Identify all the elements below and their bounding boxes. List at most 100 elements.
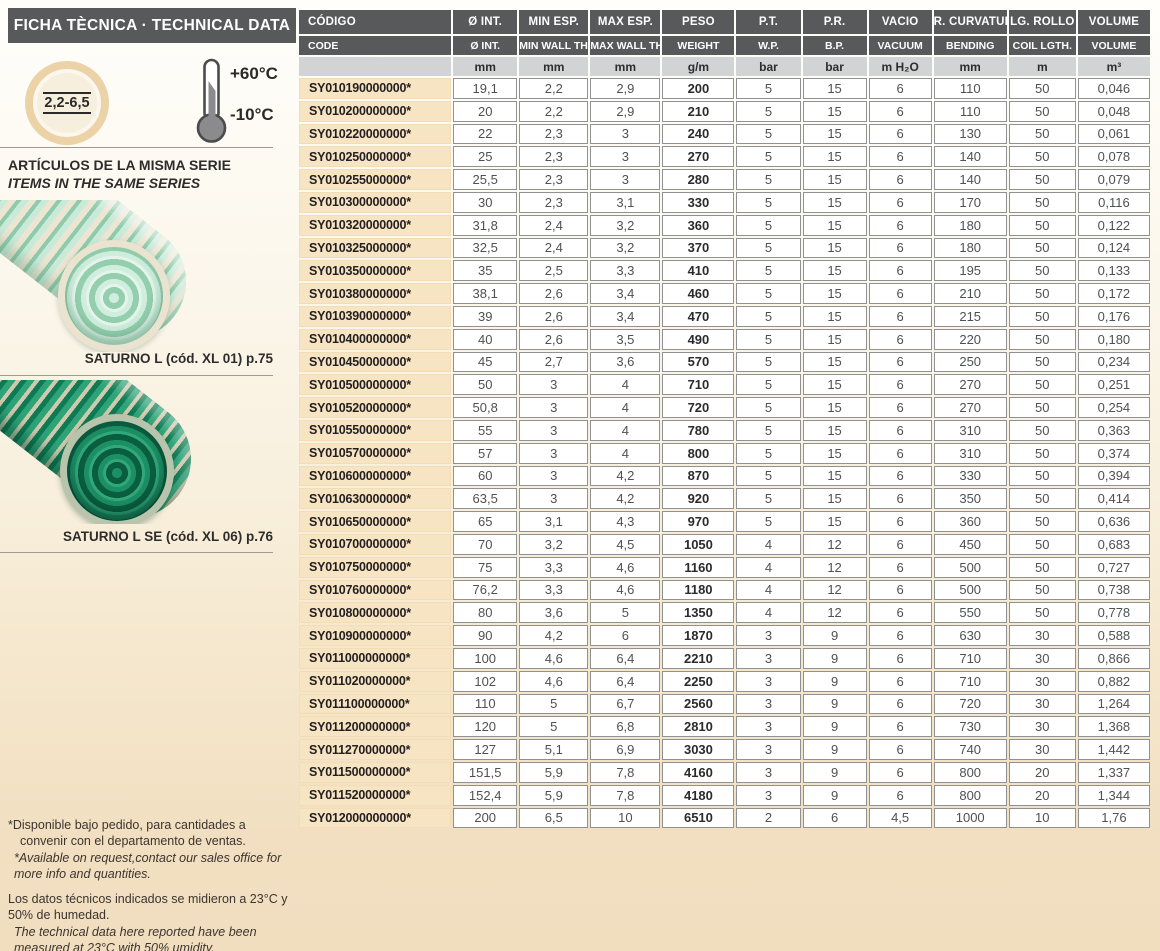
table-head: CÓDIGOØ INT.MIN ESP.MAX ESP.PESOP.T.P.R.… <box>299 10 1150 76</box>
cell-value: 4180 <box>662 785 734 806</box>
cell-value: 710 <box>934 671 1007 692</box>
cell-value: 5 <box>736 78 800 99</box>
cell-product-code: SY010500000000* <box>299 374 451 395</box>
column-header-es: VACIO <box>869 10 932 34</box>
cell-value: 3 <box>736 762 800 783</box>
column-header-en: VACUUM <box>869 36 932 55</box>
cell-product-code: SY012000000000* <box>299 808 451 829</box>
cell-value: 127 <box>453 739 517 760</box>
cell-value: 70 <box>453 534 517 555</box>
cell-value: 19,1 <box>453 78 517 99</box>
cell-value: 6 <box>869 511 932 532</box>
cell-value: 151,5 <box>453 762 517 783</box>
cell-value: 30 <box>1009 694 1076 715</box>
cell-product-code: SY010750000000* <box>299 557 451 578</box>
cell-value: 31,8 <box>453 215 517 236</box>
table-row: SY012000000000*2006,5106510264,51000101,… <box>299 808 1150 829</box>
cell-value: 50 <box>1009 101 1076 122</box>
cell-value: 3 <box>590 146 660 167</box>
cell-value: 2,3 <box>519 124 588 145</box>
cell-value: 50 <box>1009 397 1076 418</box>
cell-value: 0,061 <box>1078 124 1150 145</box>
cell-value: 6,7 <box>590 694 660 715</box>
table-row: SY010450000000*452,73,65705156250500,234 <box>299 352 1150 373</box>
cell-value: 15 <box>803 511 867 532</box>
cell-value: 5 <box>736 306 800 327</box>
cell-value: 500 <box>934 580 1007 601</box>
unit-label: bar <box>736 57 800 76</box>
cell-value: 30 <box>1009 739 1076 760</box>
column-header-es: MAX ESP. <box>590 10 660 34</box>
cell-value: 5,1 <box>519 739 588 760</box>
cell-value: 102 <box>453 671 517 692</box>
cell-value: 6 <box>869 557 932 578</box>
cell-value: 5 <box>736 192 800 213</box>
table-row: SY010520000000*50,8347205156270500,254 <box>299 397 1150 418</box>
cell-value: 360 <box>662 215 734 236</box>
cell-value: 6 <box>869 625 932 646</box>
cell-value: 6 <box>869 602 932 623</box>
table-row: SY010400000000*402,63,54905156220500,180 <box>299 329 1150 350</box>
cell-value: 0,778 <box>1078 602 1150 623</box>
cell-value: 2,4 <box>519 215 588 236</box>
cell-value: 40 <box>453 329 517 350</box>
cell-value: 3 <box>736 648 800 669</box>
cell-value: 5 <box>736 374 800 395</box>
cell-value: 870 <box>662 466 734 487</box>
cell-value: 3,6 <box>519 602 588 623</box>
cell-value: 3 <box>590 169 660 190</box>
column-header-en: WEIGHT <box>662 36 734 55</box>
cell-value: 3,2 <box>590 238 660 259</box>
cell-value: 50 <box>1009 352 1076 373</box>
cell-value: 15 <box>803 329 867 350</box>
cell-value: 2560 <box>662 694 734 715</box>
cell-value: 200 <box>662 78 734 99</box>
table-row: SY010570000000*57348005156310500,374 <box>299 443 1150 464</box>
cell-value: 100 <box>453 648 517 669</box>
thermometer-icon <box>193 57 231 145</box>
cell-value: 2,3 <box>519 169 588 190</box>
cell-value: 50 <box>1009 260 1076 281</box>
cell-value: 5 <box>736 238 800 259</box>
cell-value: 4 <box>736 534 800 555</box>
cell-value: 2210 <box>662 648 734 669</box>
cell-value: 4 <box>590 420 660 441</box>
table-row: SY010325000000*32,52,43,23705156180500,1… <box>299 238 1150 259</box>
footnote-availability-es: *Disponible bajo pedido, para cantidades… <box>8 817 288 850</box>
cell-value: 3030 <box>662 739 734 760</box>
cell-value: 200 <box>453 808 517 829</box>
cell-value: 20 <box>1009 785 1076 806</box>
table-row: SY010250000000*252,332705156140500,078 <box>299 146 1150 167</box>
cell-value: 3 <box>590 124 660 145</box>
cell-value: 32,5 <box>453 238 517 259</box>
cell-value: 3 <box>736 694 800 715</box>
cell-value: 50 <box>1009 602 1076 623</box>
cell-value: 3,4 <box>590 283 660 304</box>
diameter-range-badge: 2,2-6,5 <box>25 61 109 145</box>
column-header-en: MIN WALL TH. <box>519 36 588 55</box>
cell-value: 2,7 <box>519 352 588 373</box>
table-row: SY010350000000*352,53,34105156195500,133 <box>299 260 1150 281</box>
cell-product-code: SY010630000000* <box>299 488 451 509</box>
series-title: ARTÍCULOS DE LA MISMA SERIE ITEMS IN THE… <box>8 157 231 193</box>
cell-value: 0,124 <box>1078 238 1150 259</box>
cell-value: 50 <box>1009 466 1076 487</box>
hose-opening <box>60 414 174 524</box>
cell-value: 710 <box>662 374 734 395</box>
cell-product-code: SY010520000000* <box>299 397 451 418</box>
cell-value: 6 <box>869 785 932 806</box>
cell-value: 0,738 <box>1078 580 1150 601</box>
table-row: SY011520000000*152,45,97,84180396800201,… <box>299 785 1150 806</box>
cell-value: 4,5 <box>590 534 660 555</box>
cell-value: 6 <box>869 443 932 464</box>
cell-value: 195 <box>934 260 1007 281</box>
cell-value: 0,866 <box>1078 648 1150 669</box>
cell-value: 720 <box>934 694 1007 715</box>
cell-value: 4,2 <box>519 625 588 646</box>
cell-value: 50 <box>453 374 517 395</box>
technical-data-table: CÓDIGOØ INT.MIN ESP.MAX ESP.PESOP.T.P.R.… <box>297 8 1152 830</box>
cell-value: 3,6 <box>590 352 660 373</box>
cell-value: 450 <box>934 534 1007 555</box>
cell-value: 4 <box>590 443 660 464</box>
cell-value: 2,6 <box>519 283 588 304</box>
